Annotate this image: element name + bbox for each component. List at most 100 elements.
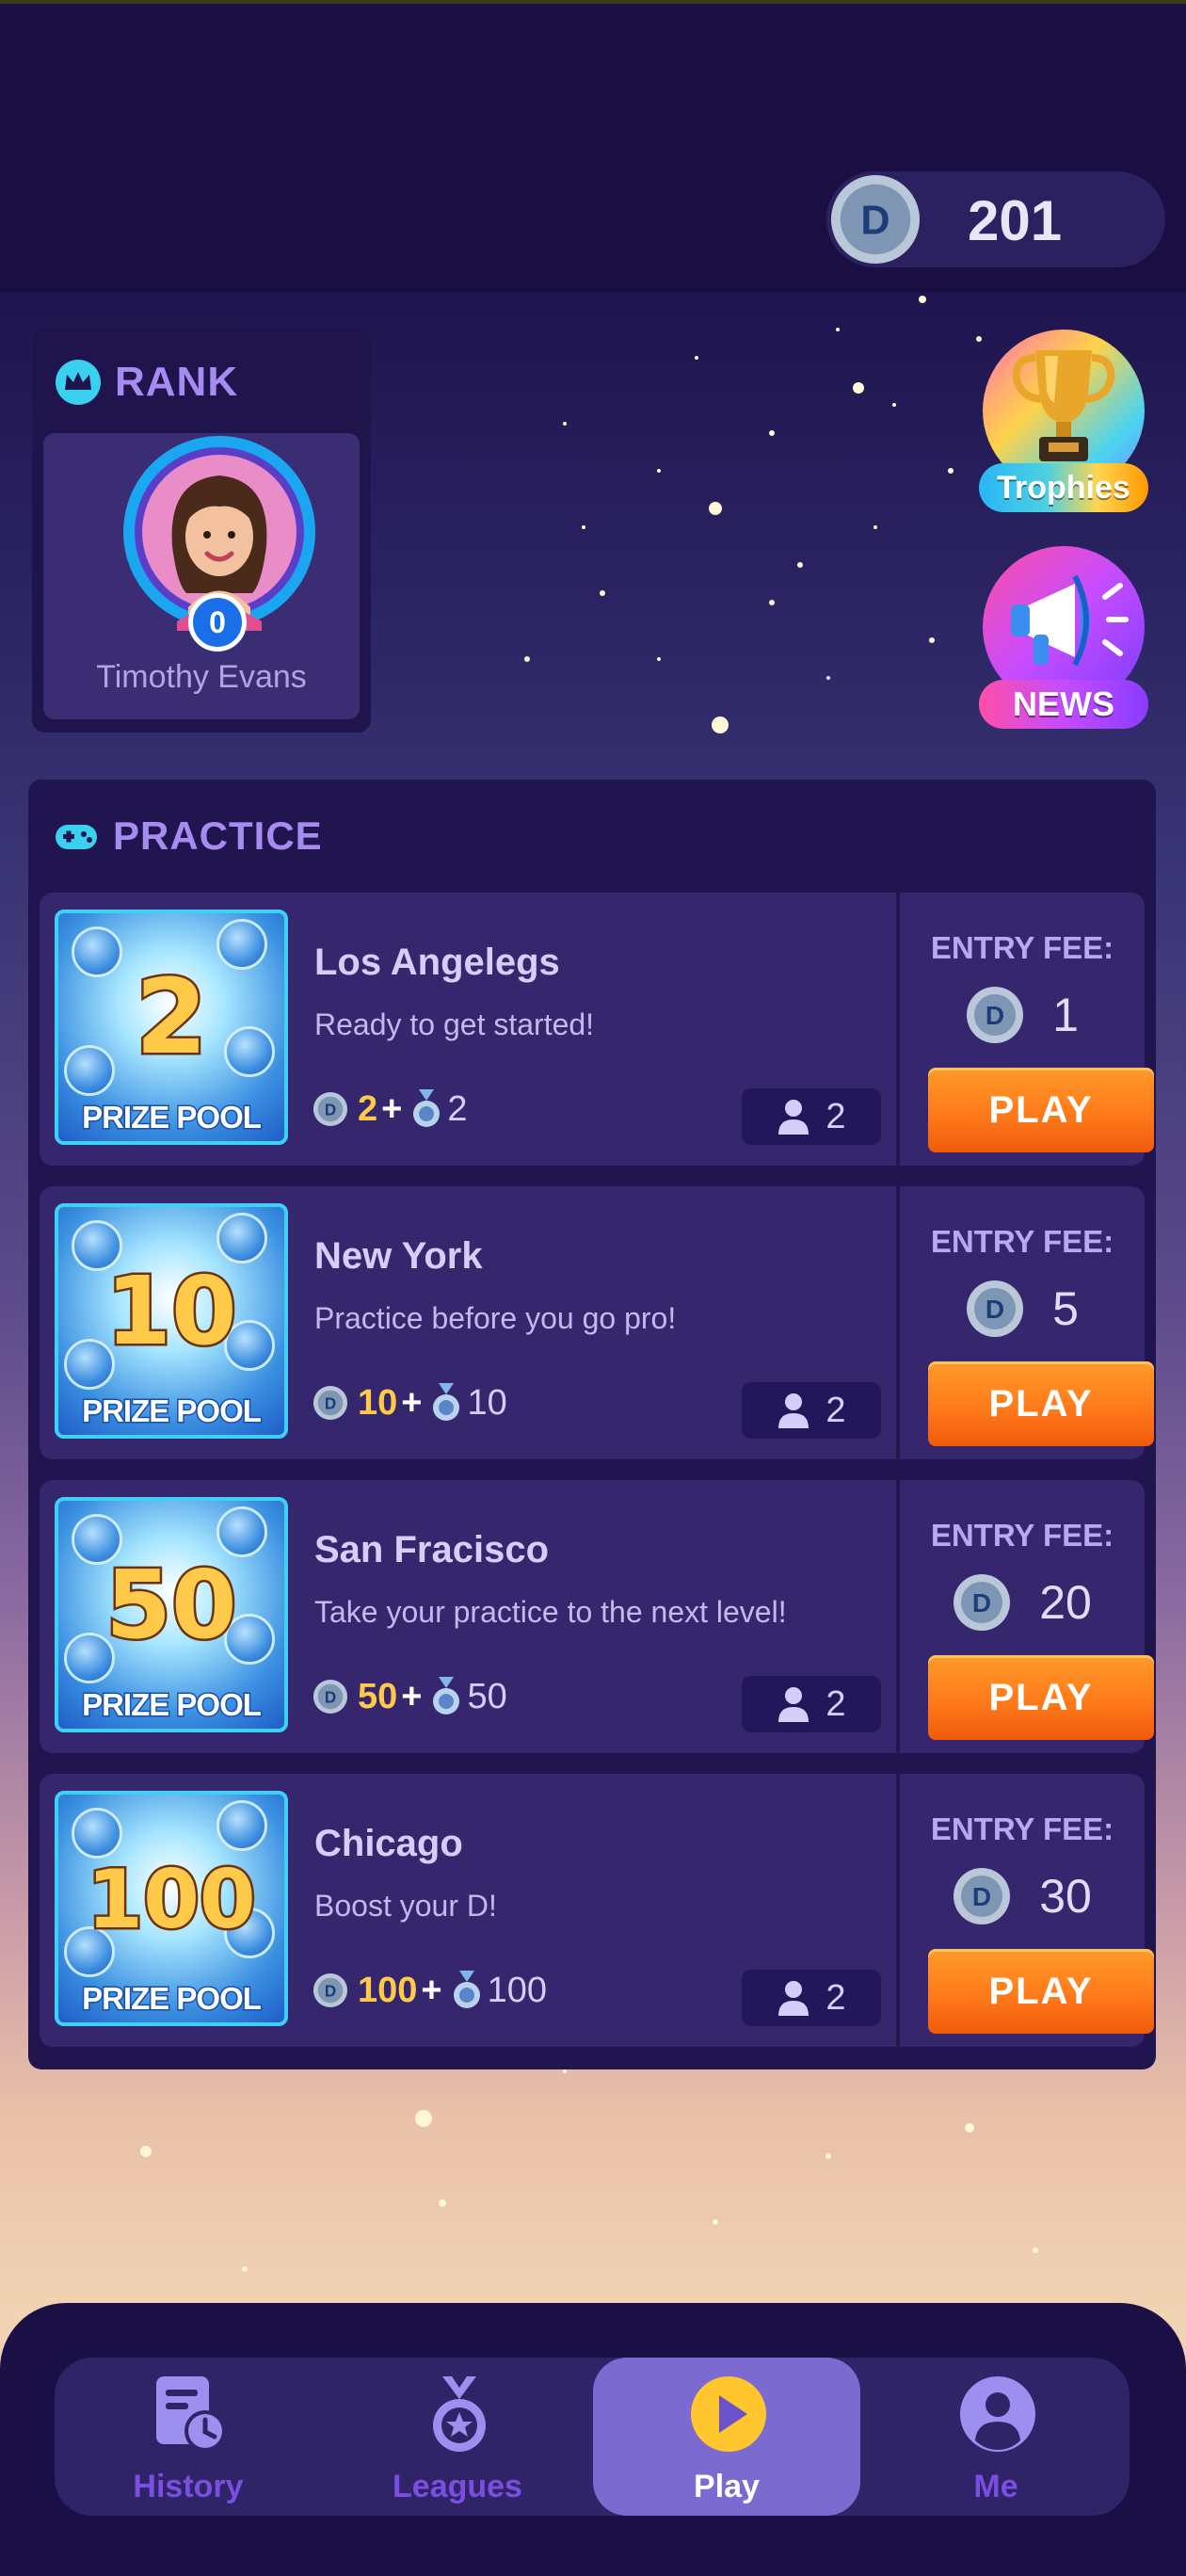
- prize-pool-label: PRIZE POOL: [81, 1980, 264, 2018]
- room-description: Boost your D!: [314, 1889, 497, 1923]
- entry-fee-label: ENTRY FEE:: [930, 930, 1114, 965]
- player-count-value: 2: [825, 1390, 846, 1430]
- d-coin-icon: D: [313, 1972, 348, 2008]
- practice-room-los-angeles[interactable]: 2 PRIZE POOL Los Angelegs Ready to get s…: [40, 893, 1154, 1166]
- play-button[interactable]: PLAY: [928, 1949, 1154, 2034]
- plus-sign: +: [401, 1676, 423, 1716]
- person-icon: [778, 1981, 809, 2016]
- rank-profile[interactable]: 0 Timothy Evans: [43, 433, 360, 719]
- prize-coin-value: 50: [358, 1676, 398, 1716]
- coin-balance-amount: 201: [968, 189, 1063, 252]
- practice-panel: PRACTICE 2 PRIZE POOL Los Angelegs Ready…: [28, 780, 1156, 2069]
- play-icon: [691, 2376, 766, 2452]
- trophies-button[interactable]: Trophies: [979, 330, 1148, 518]
- entry-fee-value: 5: [1052, 1282, 1079, 1335]
- entry-fee: D 5: [900, 1279, 1145, 1339]
- entry-fee-label: ENTRY FEE:: [930, 1224, 1114, 1259]
- nav-leagues[interactable]: Leagues: [324, 2358, 591, 2516]
- d-coin-icon: D: [967, 987, 1024, 1043]
- play-button[interactable]: PLAY: [928, 1361, 1154, 1446]
- rank-level-badge: 0: [188, 593, 247, 652]
- player-count: 2: [742, 1382, 881, 1439]
- prize-pool-thumbnail: 2 PRIZE POOL: [55, 910, 288, 1145]
- play-button[interactable]: PLAY: [928, 1655, 1154, 1740]
- plus-sign: +: [421, 1970, 442, 2010]
- news-button[interactable]: NEWS: [979, 546, 1148, 734]
- prize-pool-thumbnail: 10 PRIZE POOL: [55, 1203, 288, 1439]
- prize-pool-thumbnail: 100 PRIZE POOL: [55, 1791, 288, 2026]
- d-coin-icon: D: [313, 1385, 348, 1421]
- megaphone-icon: [1011, 574, 1129, 667]
- entry-fee-label: ENTRY FEE:: [930, 1811, 1114, 1846]
- medal-icon: [453, 1971, 480, 2008]
- d-coin-icon: D: [830, 174, 921, 265]
- entry-fee-value: 30: [1039, 1870, 1092, 1923]
- player-count-value: 2: [825, 1096, 846, 1136]
- prize-pool-number: 2: [133, 955, 210, 1080]
- plus-sign: +: [381, 1088, 403, 1129]
- d-coin-icon: D: [954, 1868, 1011, 1924]
- coin-balance[interactable]: D 201: [826, 171, 1165, 267]
- profile-icon: [960, 2376, 1035, 2452]
- room-title: Chicago: [314, 1823, 463, 1864]
- trophy-icon: [1012, 350, 1115, 461]
- nav-play[interactable]: Play: [593, 2358, 860, 2516]
- medal-icon: [413, 1089, 441, 1127]
- prize-medal-value: 10: [467, 1382, 507, 1423]
- history-icon: [156, 2376, 226, 2452]
- d-coin-icon: D: [313, 1091, 348, 1127]
- prize-coin-value: 10: [358, 1382, 398, 1423]
- entry-fee: D 1: [900, 985, 1145, 1045]
- room-prize: D 100 + 100: [313, 1967, 547, 2014]
- nav-history[interactable]: History: [55, 2358, 322, 2516]
- nav-history-label: History: [133, 2469, 244, 2504]
- player-count: 2: [742, 1970, 881, 2026]
- nav-leagues-label: Leagues: [393, 2469, 522, 2504]
- person-icon: [778, 1393, 809, 1428]
- top-bar: D 201: [0, 0, 1186, 292]
- nav-me-label: Me: [973, 2469, 1018, 2504]
- room-title: San Fracisco: [314, 1529, 550, 1570]
- player-count: 2: [742, 1088, 881, 1145]
- plus-sign: +: [401, 1382, 423, 1423]
- prize-coin-value: 2: [358, 1088, 378, 1129]
- rank-title: RANK: [115, 359, 239, 405]
- play-button[interactable]: PLAY: [928, 1068, 1154, 1152]
- prize-pool-thumbnail: 50 PRIZE POOL: [55, 1497, 288, 1732]
- trophies-label: Trophies: [979, 463, 1148, 512]
- room-description: Practice before you go pro!: [314, 1301, 677, 1335]
- prize-pool-number: 50: [104, 1548, 239, 1663]
- nav-play-label: Play: [694, 2469, 760, 2504]
- prize-pool-label: PRIZE POOL: [81, 1686, 264, 1724]
- prize-pool-label: PRIZE POOL: [81, 1393, 264, 1430]
- svg-text:D: D: [986, 1295, 1004, 1324]
- bottom-navigation: History Leagues Play Me: [0, 2303, 1186, 2576]
- player-name: Timothy Evans: [96, 659, 307, 695]
- entry-fee-label: ENTRY FEE:: [930, 1518, 1114, 1553]
- entry-fee-value: 1: [1052, 989, 1079, 1041]
- prize-coin-value: 100: [358, 1970, 418, 2010]
- nav-me[interactable]: Me: [862, 2358, 1130, 2516]
- svg-text:D: D: [325, 1689, 336, 1707]
- medal-icon: [433, 2376, 486, 2452]
- d-coin-icon: D: [967, 1280, 1024, 1337]
- practice-room-new-york[interactable]: 10 PRIZE POOL New York Practice before y…: [40, 1186, 1154, 1459]
- entry-fee-value: 20: [1039, 1576, 1092, 1629]
- nav-bar: History Leagues Play Me: [55, 2358, 1130, 2516]
- entry-fee: D 30: [900, 1866, 1145, 1926]
- medal-icon: [433, 1383, 460, 1421]
- svg-text:D: D: [325, 1102, 336, 1119]
- svg-text:D: D: [972, 1882, 991, 1911]
- prize-pool-number: 10: [104, 1254, 239, 1369]
- prize-pool-label: PRIZE POOL: [81, 1099, 264, 1136]
- medal-icon: [433, 1677, 460, 1715]
- practice-title: PRACTICE: [113, 813, 323, 858]
- room-prize: D 10 + 10: [313, 1379, 507, 1426]
- svg-text:D: D: [972, 1588, 991, 1618]
- practice-room-san-francisco[interactable]: 50 PRIZE POOL San Fracisco Take your pra…: [40, 1480, 1154, 1753]
- practice-room-chicago[interactable]: 100 PRIZE POOL Chicago Boost your D! D 1…: [40, 1774, 1154, 2047]
- svg-text:D: D: [325, 1983, 336, 2001]
- rank-card[interactable]: RANK 0 Timothy Evans: [32, 328, 371, 733]
- svg-text:D: D: [986, 1001, 1004, 1030]
- person-icon: [778, 1100, 809, 1135]
